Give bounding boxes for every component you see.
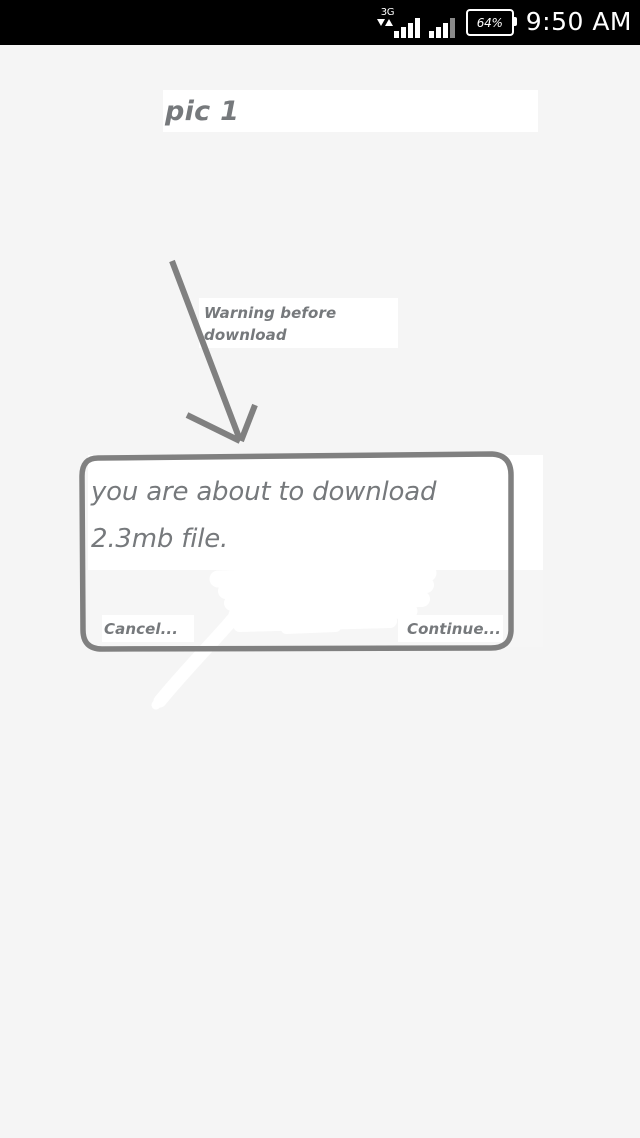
cancel-button[interactable]: Cancel... <box>102 615 194 642</box>
data-transfer-arrows-icon <box>376 18 393 27</box>
signal2-bar-3 <box>442 22 448 38</box>
status-bar-clock: 9:50 AM <box>525 7 632 36</box>
signal-bar-3 <box>407 22 413 38</box>
caption-text: pic 1 <box>165 96 240 127</box>
caption-label-box: pic 1 <box>163 90 538 132</box>
network-type-label: 3G <box>380 6 395 18</box>
warning-annotation-box: Warning before download <box>199 298 398 348</box>
warning-annotation-text: Warning before download <box>204 304 337 344</box>
phone-screen: 3G 64% 9:50 AM pic 1 Warning before down… <box>0 0 640 1138</box>
upload-arrow-icon <box>384 18 393 26</box>
dialog-message-text: you are about to download 2.3mb file. <box>91 477 437 554</box>
mobile-data-signal-group: 3G <box>376 6 420 38</box>
download-confirmation-dialog: you are about to download 2.3mb file. Ca… <box>88 455 543 647</box>
download-arrow-icon <box>376 18 385 26</box>
signal-bar-1 <box>393 30 399 38</box>
arrow-pointing-down-icon <box>169 259 258 444</box>
signal-bar-4 <box>414 17 420 38</box>
dialog-button-bar: Cancel... Continue... <box>88 570 543 647</box>
signal-bar-2 <box>400 26 406 38</box>
status-bar-right-cluster: 3G 64% 9:50 AM <box>376 0 632 45</box>
signal2-bar-2 <box>435 26 441 38</box>
status-bar: 3G 64% 9:50 AM <box>0 0 640 45</box>
signal2-bar-1 <box>428 30 434 38</box>
signal-bars-icon <box>393 16 420 38</box>
dialog-body: you are about to download 2.3mb file. <box>88 455 543 570</box>
signal-bars-secondary-icon <box>428 16 455 38</box>
battery-icon: 64% <box>465 9 517 36</box>
continue-button[interactable]: Continue... <box>398 615 503 642</box>
signal2-bar-4 <box>449 17 455 38</box>
battery-percent-label: 64% <box>476 15 503 30</box>
